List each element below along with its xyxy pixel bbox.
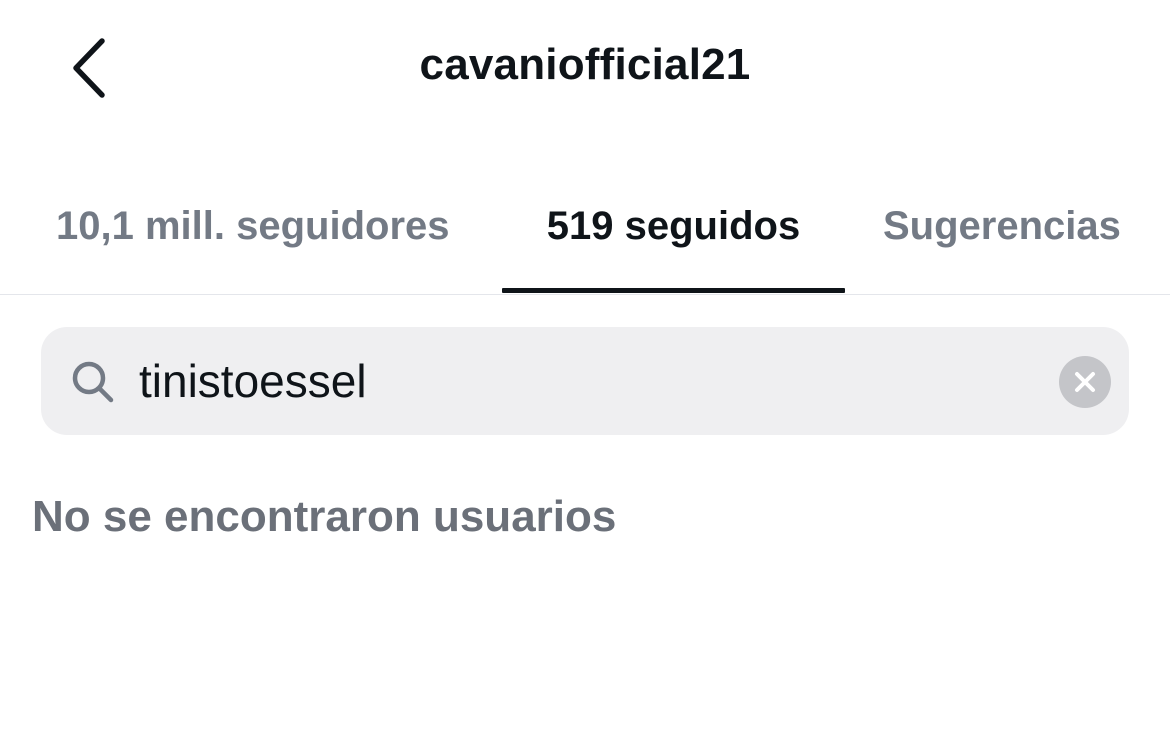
profile-username-title: cavaniofficial21 xyxy=(419,40,751,89)
search-bar[interactable] xyxy=(41,327,1129,435)
clear-search-button[interactable] xyxy=(1059,356,1111,408)
tab-suggestions[interactable]: Sugerencias xyxy=(883,204,1121,292)
search-input[interactable] xyxy=(139,347,1039,415)
tab-followers[interactable]: 10,1 mill. seguidores xyxy=(56,204,450,292)
clear-icon xyxy=(1075,372,1095,392)
search-icon xyxy=(72,361,114,403)
header-bar: cavaniofficial21 xyxy=(0,0,1170,140)
no-results-message: No se encontraron usuarios xyxy=(32,492,617,541)
tab-following[interactable]: 519 seguidos xyxy=(502,204,845,292)
active-tab-indicator xyxy=(502,288,845,293)
follow-tabs: 10,1 mill. seguidores 519 seguidos Suger… xyxy=(0,186,1170,295)
